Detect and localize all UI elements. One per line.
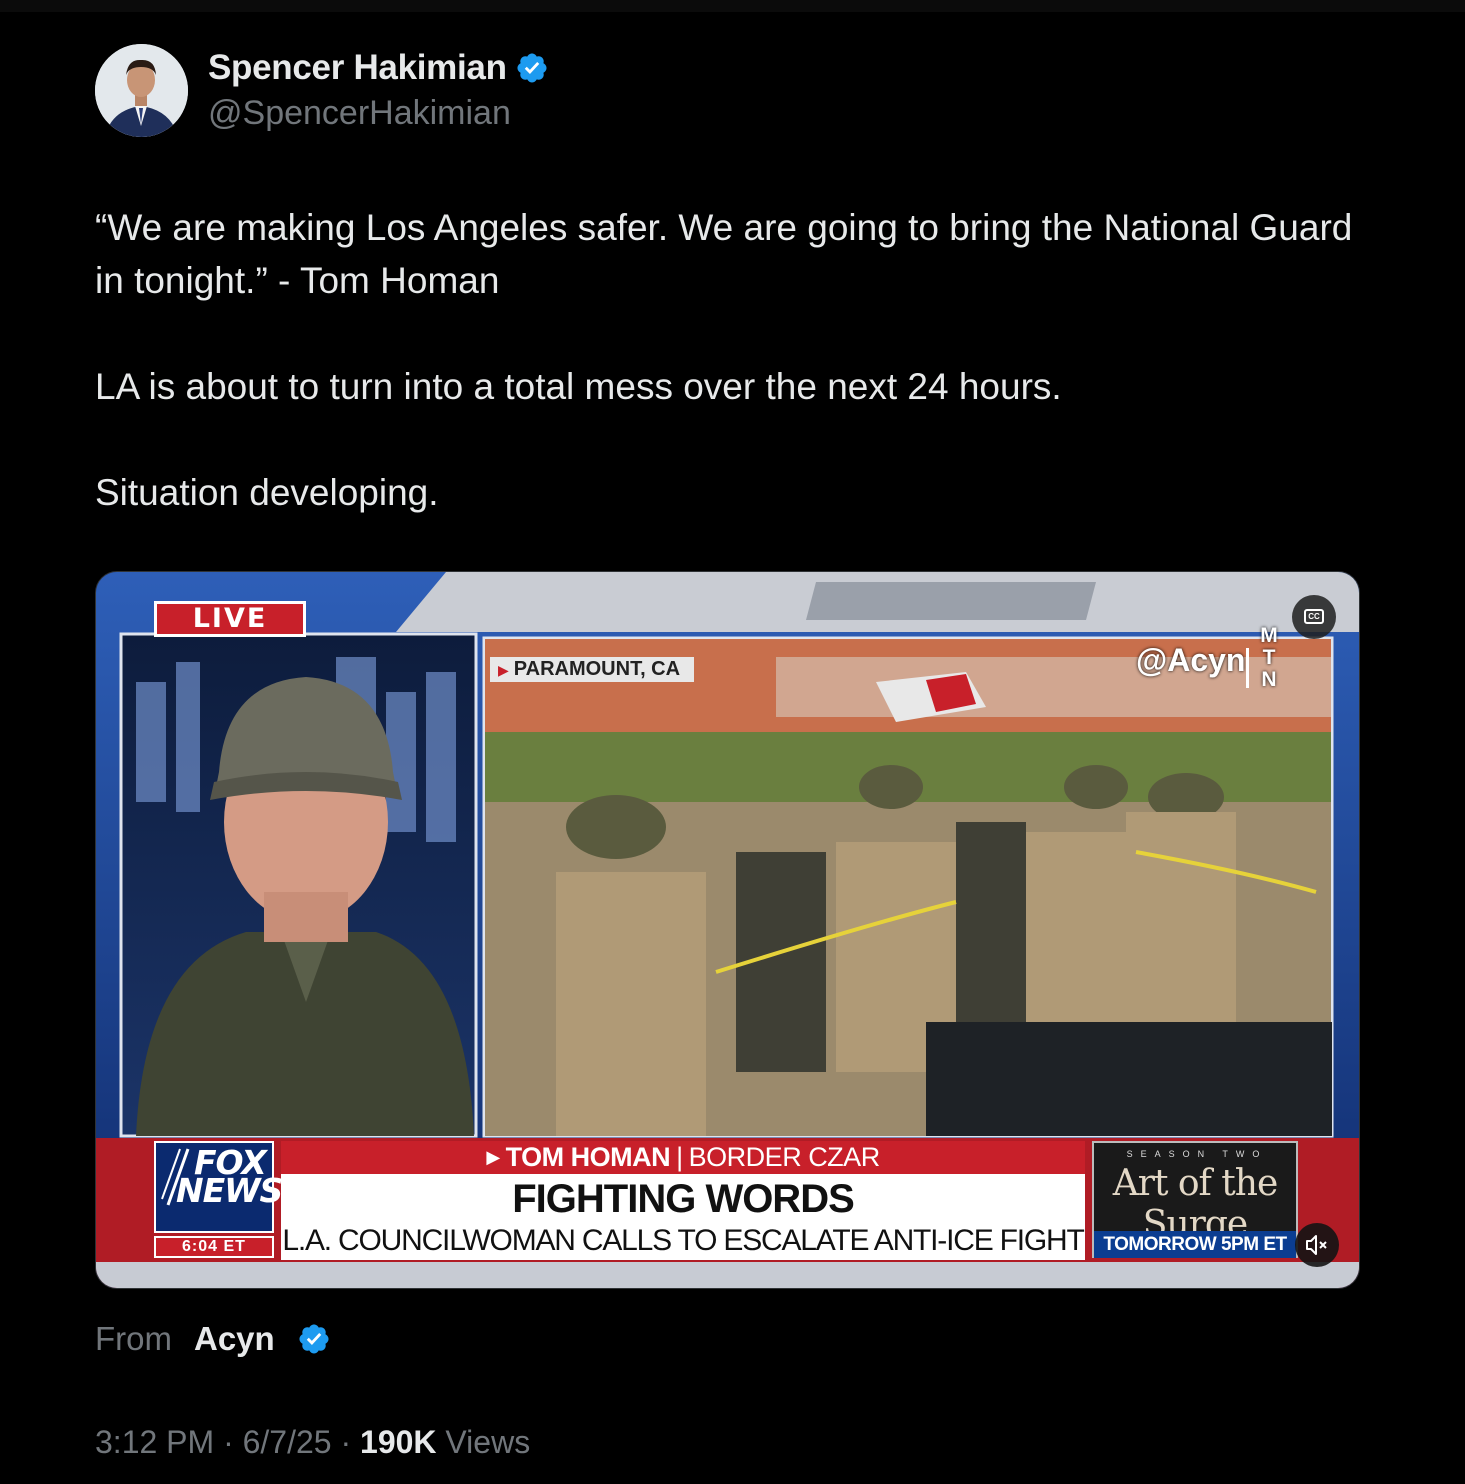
play-triangle-icon: ▶ <box>498 662 509 678</box>
lower-third-role: BORDER CZAR <box>688 1142 881 1172</box>
lower-third-name-bar: ▶ TOM HOMAN | BORDER CZAR <box>281 1141 1085 1174</box>
network-logo: FOX NEWS <box>154 1141 283 1233</box>
play-triangle-icon: ▶ <box>486 1147 500 1167</box>
author-avatar[interactable] <box>95 44 188 137</box>
author-name-row: Spencer Hakimian <box>208 48 549 88</box>
tweet-text: “We are making Los Angeles safer. We are… <box>95 201 1385 519</box>
verified-badge-icon[interactable] <box>515 51 549 85</box>
watermark-divider <box>1246 648 1249 688</box>
chyron-headline: FIGHTING WORDS <box>512 1177 855 1221</box>
lower-third-main: FIGHTING WORDS L.A. COUNCILWOMAN CALLS T… <box>281 1174 1085 1260</box>
closed-captions-icon: CC <box>1304 609 1324 624</box>
closed-captions-button[interactable]: CC <box>1292 595 1336 639</box>
author-display-name[interactable]: Spencer Hakimian <box>208 48 507 88</box>
source-account-name[interactable]: Acyn <box>194 1320 275 1358</box>
profile-photo <box>95 44 188 137</box>
watermark-mtn: M T N <box>1258 625 1280 691</box>
location-tag: ▶ PARAMOUNT, CA <box>490 657 695 682</box>
verified-badge-icon[interactable] <box>297 1322 331 1356</box>
watermark-letter: T <box>1262 646 1276 669</box>
from-label: From <box>95 1320 172 1357</box>
live-badge: LIVE <box>154 601 306 637</box>
mute-button[interactable] <box>1295 1223 1339 1267</box>
tweet-date[interactable]: 6/7/25 <box>243 1424 332 1460</box>
watermark-handle: @Acyn <box>1136 642 1246 678</box>
top-bar <box>0 0 1465 12</box>
views-count: 190K <box>360 1424 437 1460</box>
promo-season: SEASON TWO <box>1126 1149 1268 1159</box>
tweet-time[interactable]: 3:12 PM <box>95 1424 214 1460</box>
watermark-letter: N <box>1261 668 1277 691</box>
watermark-letter: M <box>1260 624 1278 647</box>
tweet-meta: 3:12 PM · 6/7/25 · 190K Views <box>95 1424 531 1460</box>
speaker-muted-icon <box>1306 1235 1327 1255</box>
location-label: PARAMOUNT, CA <box>513 658 681 680</box>
video-player[interactable]: LIVE ▶ PARAMOUNT, CA @Acyn M T N CC FOX N… <box>95 571 1360 1289</box>
lower-third-name: TOM HOMAN <box>505 1142 671 1172</box>
tweet-paragraph: LA is about to turn into a total mess ov… <box>95 366 1062 407</box>
promo-time: TOMORROW 5PM ET <box>1094 1231 1296 1258</box>
chyron-subheadline: L.A. COUNCILWOMAN CALLS TO ESCALATE ANTI… <box>282 1224 1084 1257</box>
network-logo-line2: NEWS <box>176 1171 283 1210</box>
video-source-row: From Acyn <box>95 1320 331 1358</box>
show-promo: SEASON TWO Art of the Surge TOMORROW 5PM… <box>1092 1141 1298 1258</box>
tweet-paragraph: “We are making Los Angeles safer. We are… <box>95 207 1353 301</box>
views-label: Views <box>445 1424 531 1460</box>
author-handle[interactable]: @SpencerHakimian <box>208 94 511 133</box>
tweet-paragraph: Situation developing. <box>95 472 439 513</box>
network-clock: 6:04 ET <box>154 1236 274 1258</box>
